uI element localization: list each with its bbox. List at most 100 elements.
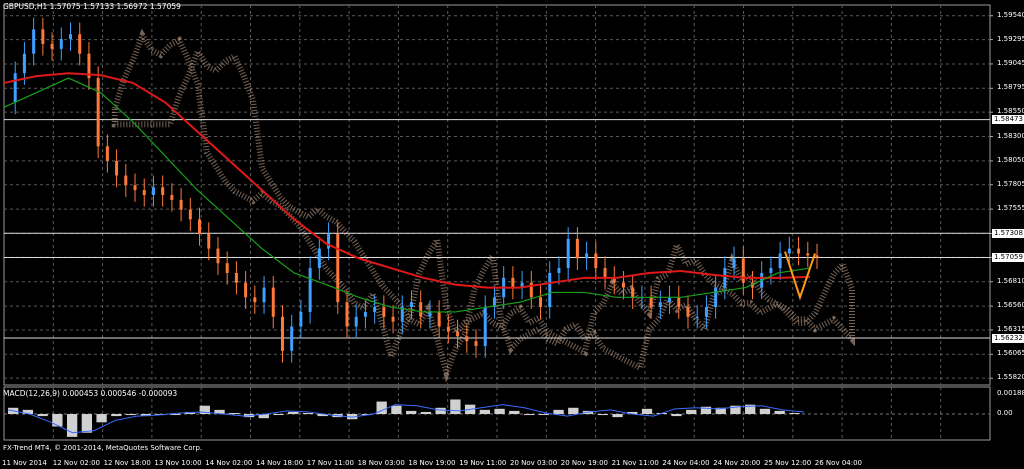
macd-axis-label: 0.001883 <box>997 389 1024 398</box>
candle-body <box>428 311 432 317</box>
candle-body <box>456 331 460 337</box>
candle-body <box>787 248 791 254</box>
candle-body <box>686 307 690 317</box>
candle-body <box>22 53 26 74</box>
candle-body <box>336 233 340 303</box>
time-axis-label: 17 Nov 11:00 <box>306 459 354 467</box>
macd-histogram-bar <box>450 399 461 415</box>
macd-histogram-bar <box>435 407 446 415</box>
price-axis-label: 1.56810 <box>997 276 1024 285</box>
candle-body <box>539 297 543 308</box>
candle-body <box>151 187 155 195</box>
macd-histogram-bar <box>420 411 432 415</box>
candle-body <box>594 253 598 269</box>
price-axis-label: 1.56315 <box>997 324 1024 333</box>
macd-histogram-bar <box>612 414 623 418</box>
price-axis-label: 1.58300 <box>997 131 1024 140</box>
macd-histogram-bar <box>774 410 785 415</box>
candle-body <box>483 307 487 347</box>
candle-body <box>723 268 727 288</box>
trading-chart-window[interactable]: 1.59540 1.59295 1.59045 1.58795 1.58550 1.583… <box>0 0 1024 469</box>
candle-body <box>778 253 782 269</box>
macd-histogram-bar <box>406 410 417 415</box>
price-axis-label: 1.58050 <box>997 155 1024 164</box>
time-axis-label: 19 Nov 11:00 <box>459 459 507 467</box>
time-axis-label: 20 Nov 19:00 <box>560 459 608 467</box>
time-axis-label: 12 Nov 02:00 <box>52 459 100 467</box>
price-axis-label: 1.56560 <box>997 301 1024 310</box>
candle-body <box>446 326 450 332</box>
price-axis-label: 1.56065 <box>997 349 1024 358</box>
candle-body <box>511 277 515 288</box>
price-axis-label: 1.59045 <box>997 58 1024 67</box>
candle-body <box>704 307 708 317</box>
candle-body <box>225 263 229 273</box>
candle-body <box>585 253 589 259</box>
candle-body <box>198 219 202 234</box>
symbol-header: GBPUSD,H1 1.57075 1.57133 1.56972 1.5705… <box>3 2 181 11</box>
level-price-marker: 1.57059 <box>992 252 1024 262</box>
macd-histogram-bar <box>789 412 800 415</box>
time-axis-label: 24 Nov 04:00 <box>662 459 710 467</box>
price-axis-label: 1.57555 <box>997 204 1024 213</box>
price-axis-label: 1.59540 <box>997 10 1024 19</box>
candle-body <box>50 43 54 49</box>
macd-histogram-bar <box>479 409 491 415</box>
macd-axis-label: 0.00 <box>997 409 1013 418</box>
level-price-marker: 1.58473 <box>992 115 1024 125</box>
candle-body <box>769 268 773 273</box>
candle-body <box>13 73 17 103</box>
price-axis-label: 1.57805 <box>997 179 1024 188</box>
candle-body <box>797 248 801 254</box>
candle-body <box>124 175 128 186</box>
candle-body <box>78 34 82 54</box>
candle-body <box>557 268 561 273</box>
macd-header: MACD(12,26,9) 0.000453 0.000546 -0.00009… <box>3 389 178 398</box>
candle-body <box>188 209 192 220</box>
macd-histogram-bar <box>568 407 579 415</box>
candle-body <box>32 29 36 54</box>
candle-body <box>354 316 358 327</box>
candle-body <box>363 311 367 317</box>
price-axis-label: 1.59295 <box>997 34 1024 43</box>
candle-body <box>566 238 570 269</box>
macd-histogram-bar <box>273 414 284 416</box>
candle-body <box>290 326 294 351</box>
moving-average-line <box>3 77 811 313</box>
candle-body <box>815 255 819 258</box>
candle-body <box>216 248 220 264</box>
price-chart-canvas[interactable] <box>0 0 1024 469</box>
candle-body <box>741 258 745 283</box>
copyright-text: FX-Trend MT4, © 2001-2014, MetaQuotes So… <box>3 444 203 452</box>
level-price-marker: 1.56232 <box>992 333 1024 343</box>
time-axis-label: 13 Nov 10:00 <box>154 459 202 467</box>
price-axis-label: 1.58795 <box>997 83 1024 92</box>
candle-body <box>714 287 718 308</box>
candle-body <box>244 282 248 298</box>
macd-histogram-bar <box>81 414 93 433</box>
candle-body <box>234 272 238 283</box>
macd-histogram-bar <box>37 414 48 417</box>
candle-body <box>96 78 100 147</box>
macd-histogram-bar <box>759 408 771 415</box>
time-axis-label: 25 Nov 12:00 <box>764 459 812 467</box>
level-price-marker: 1.57308 <box>992 228 1024 238</box>
candle-body <box>668 297 672 303</box>
candle-body <box>308 268 312 312</box>
time-axis-label: 14 Nov 02:00 <box>205 459 253 467</box>
candle-body <box>621 282 625 288</box>
macd-histogram-bar <box>671 414 682 417</box>
candle-body <box>170 195 174 200</box>
candle-body <box>732 258 736 269</box>
candle-body <box>179 199 183 210</box>
candle-body <box>695 316 699 318</box>
macd-histogram-bar <box>597 414 608 416</box>
macd-signal-line <box>7 404 805 434</box>
candle-body <box>253 297 257 303</box>
macd-histogram-bar <box>125 414 137 416</box>
candle-body <box>133 185 137 191</box>
candle-body <box>391 316 395 322</box>
macd-histogram-bar <box>523 414 535 416</box>
candle-body <box>677 297 681 308</box>
candle-body <box>280 316 284 351</box>
